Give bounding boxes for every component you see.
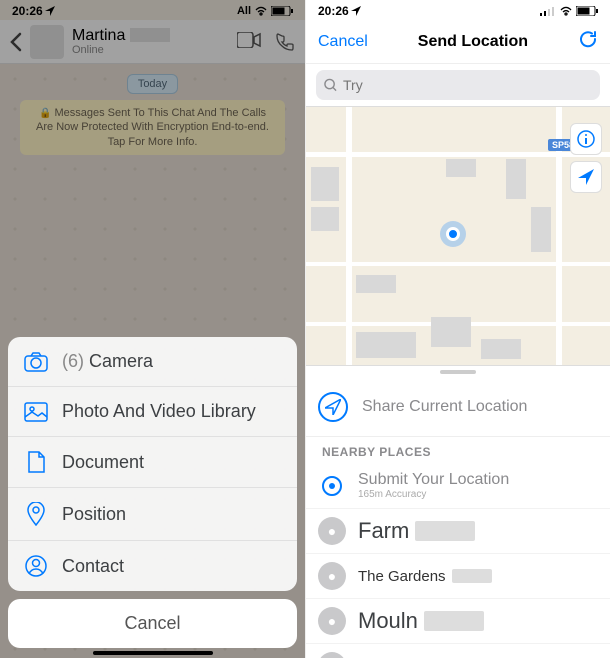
screen-title: Send Location: [418, 33, 528, 51]
refresh-button[interactable]: [578, 29, 598, 54]
search-bar[interactable]: [316, 70, 600, 100]
battery-icon: [576, 6, 598, 16]
place-icon: ●: [318, 562, 346, 590]
nearby-places-header: NEARBY PLACES: [306, 437, 610, 463]
document-icon: [24, 451, 48, 473]
place-icon: ●: [318, 652, 346, 658]
photo-library-icon: [24, 402, 48, 422]
submit-location-label: Submit Your Location: [358, 471, 509, 489]
map-locate-button[interactable]: [570, 161, 602, 193]
location-pin-icon: [24, 502, 48, 526]
status-time: 20:26: [318, 4, 349, 18]
cancel-button[interactable]: Cancel: [8, 599, 297, 648]
place-icon: ●: [318, 607, 346, 635]
contact-icon: [24, 555, 48, 577]
search-input[interactable]: [343, 77, 592, 93]
location-header: Cancel Send Location: [306, 20, 610, 64]
place-icon: ●: [318, 517, 346, 545]
sheet-item-camera[interactable]: (6) Camera: [8, 337, 297, 387]
map-view[interactable]: SP58: [306, 106, 610, 366]
share-current-location[interactable]: Share Current Location: [306, 378, 610, 437]
sheet-item-contact[interactable]: Contact: [8, 541, 297, 591]
camera-icon: [24, 352, 48, 372]
target-icon: [322, 476, 342, 496]
wifi-icon: [559, 6, 573, 16]
attachment-action-sheet: (6) Camera Photo And Video Library Docum…: [8, 337, 297, 648]
signal-icon: [540, 6, 556, 16]
status-bar: 20:26: [306, 0, 610, 20]
broadcast-icon: [318, 392, 348, 422]
home-indicator[interactable]: [93, 651, 213, 655]
place-item-farm[interactable]: ● Farm: [306, 509, 610, 554]
place-item-mouln[interactable]: ● Mouln: [306, 599, 610, 644]
map-info-button[interactable]: [570, 123, 602, 155]
submit-your-location[interactable]: Submit Your Location 165m Accuracy: [306, 463, 610, 509]
search-icon: [324, 78, 337, 92]
sheet-item-position[interactable]: Position: [8, 488, 297, 541]
cancel-link[interactable]: Cancel: [318, 33, 368, 51]
whatsapp-chat-screen: 20:26 All Martina Online Today 🔒 Message…: [0, 0, 305, 658]
sheet-item-photo-library[interactable]: Photo And Video Library: [8, 387, 297, 437]
submit-location-accuracy: 165m Accuracy: [358, 489, 509, 500]
current-location-dot: [446, 227, 460, 241]
location-arrow-icon: [351, 6, 361, 16]
place-item-smaria[interactable]: ● S Maria: [306, 644, 610, 658]
sheet-item-document[interactable]: Document: [8, 437, 297, 488]
send-location-screen: 20:26 Cancel Send Location SP58: [305, 0, 610, 658]
place-item-gardens[interactable]: ● The Gardens: [306, 554, 610, 599]
sheet-grabber[interactable]: [440, 370, 476, 374]
share-current-label: Share Current Location: [362, 398, 527, 416]
